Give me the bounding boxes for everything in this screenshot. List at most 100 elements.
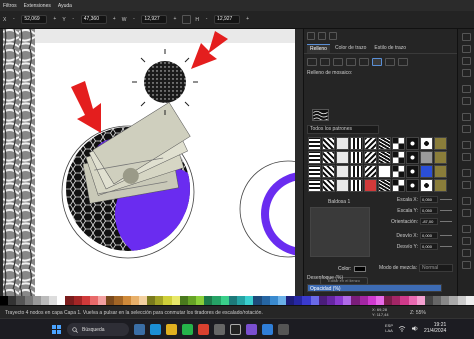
palette-swatch[interactable]	[416, 296, 425, 305]
h-field[interactable]: 12,927	[214, 15, 241, 24]
palette-swatch[interactable]	[465, 296, 474, 305]
drawing-canvas[interactable]	[3, 29, 303, 296]
pattern-swatch[interactable]	[336, 137, 349, 150]
palette-swatch[interactable]	[212, 296, 221, 305]
tab-fill[interactable]: Relleno	[307, 44, 330, 53]
palette-swatch[interactable]	[375, 296, 385, 305]
app-icon-3[interactable]	[262, 324, 273, 335]
palette-swatch[interactable]	[40, 296, 50, 305]
pattern-swatch[interactable]	[392, 151, 405, 164]
palette-swatch[interactable]	[73, 296, 82, 305]
w-increment-button[interactable]: +	[171, 15, 178, 24]
dock-icon-3[interactable]	[329, 32, 337, 40]
language-indicator[interactable]: ESP LAA	[385, 323, 393, 333]
fill-stroke-icon[interactable]	[462, 225, 471, 233]
w-field[interactable]: 12,927	[141, 15, 168, 24]
y-increment-button[interactable]: +	[111, 15, 118, 24]
param-slider[interactable]	[440, 235, 452, 236]
pattern-swatch[interactable]	[308, 179, 321, 192]
palette-swatch[interactable]	[326, 296, 336, 305]
pattern-swatch[interactable]	[364, 151, 377, 164]
palette-swatch[interactable]	[122, 296, 131, 305]
tab-stroke-paint[interactable]: Color de trazo	[332, 44, 369, 53]
taskbar-search[interactable]: Búsqueda	[67, 323, 129, 336]
y-decrement-button[interactable]: -	[70, 15, 77, 24]
swatch-button[interactable]	[385, 58, 395, 66]
palette-swatch[interactable]	[318, 296, 327, 305]
palette-swatch[interactable]	[269, 296, 278, 305]
linear-gradient-button[interactable]	[333, 58, 343, 66]
windows-start-icon[interactable]	[52, 325, 61, 334]
xml-editor-icon[interactable]	[462, 249, 471, 257]
pattern-swatch[interactable]	[378, 165, 391, 178]
pattern-swatch[interactable]	[308, 165, 321, 178]
inkscape-icon[interactable]	[230, 324, 241, 335]
palette-swatch[interactable]	[81, 296, 90, 305]
duplicate-icon[interactable]	[462, 181, 471, 189]
palette-swatch[interactable]	[253, 296, 262, 305]
pattern-swatch[interactable]	[378, 151, 391, 164]
whatsapp-icon[interactable]	[182, 324, 193, 335]
pattern-swatch[interactable]	[336, 151, 349, 164]
palette-swatch[interactable]	[236, 296, 246, 305]
param-field[interactable]: 0,050	[420, 196, 438, 203]
x-decrement-button[interactable]: -	[10, 15, 17, 24]
pattern-swatch[interactable]	[392, 179, 405, 192]
palette-swatch[interactable]	[245, 296, 254, 305]
pattern-swatch[interactable]	[350, 179, 363, 192]
pattern-swatch[interactable]	[420, 151, 433, 164]
palette-swatch[interactable]	[155, 296, 164, 305]
pattern-swatch[interactable]	[322, 137, 335, 150]
menu-extensions[interactable]: Extensiones	[24, 3, 51, 9]
pattern-swatch[interactable]	[350, 165, 363, 178]
opacity-slider[interactable]: Opacidad (%)	[307, 284, 442, 292]
pattern-swatch[interactable]	[434, 165, 447, 178]
pattern-swatch[interactable]	[322, 179, 335, 192]
chrome-icon[interactable]	[198, 324, 209, 335]
w-decrement-button[interactable]: -	[130, 15, 137, 24]
h-increment-button[interactable]: +	[244, 15, 251, 24]
app-icon-2[interactable]	[246, 324, 257, 335]
param-slider[interactable]	[440, 210, 452, 211]
open-file-icon[interactable]	[462, 45, 471, 53]
palette-swatch[interactable]	[171, 296, 180, 305]
new-document-icon[interactable]	[462, 33, 471, 41]
pattern-swatch[interactable]	[420, 165, 433, 178]
print-icon[interactable]	[462, 69, 471, 77]
pattern-swatch[interactable]	[336, 165, 349, 178]
pattern-swatch[interactable]	[322, 165, 335, 178]
pattern-swatch[interactable]	[336, 179, 349, 192]
pattern-swatch[interactable]	[308, 137, 321, 150]
pattern-swatch[interactable]	[406, 179, 419, 192]
app-icon-4[interactable]	[278, 324, 289, 335]
x-increment-button[interactable]: +	[51, 15, 58, 24]
wifi-icon[interactable]	[398, 325, 406, 332]
zoom-level[interactable]: Z: 55%	[410, 310, 426, 316]
palette-swatch[interactable]	[57, 296, 66, 305]
palette-swatch[interactable]	[187, 296, 197, 305]
palette-swatch[interactable]	[204, 296, 213, 305]
palette-swatch[interactable]	[457, 296, 466, 305]
param-field[interactable]: 0,050	[420, 207, 438, 214]
palette-swatch[interactable]	[24, 296, 33, 305]
blend-mode-select[interactable]: Normal	[419, 264, 453, 272]
redo-icon[interactable]	[462, 125, 471, 133]
param-field[interactable]: -87,00	[420, 218, 438, 225]
import-icon[interactable]	[462, 85, 471, 93]
paste-icon[interactable]	[462, 153, 471, 161]
palette-swatch[interactable]	[8, 296, 17, 305]
x-field[interactable]: 52,069	[21, 15, 48, 24]
zoom-icon[interactable]	[462, 169, 471, 177]
volume-icon[interactable]	[411, 325, 419, 332]
pattern-swatch[interactable]	[308, 151, 321, 164]
palette-swatch[interactable]	[147, 296, 156, 305]
palette-swatch[interactable]	[138, 296, 148, 305]
palette-swatch[interactable]	[449, 296, 458, 305]
pattern-swatch[interactable]	[406, 165, 419, 178]
palette-swatch[interactable]	[441, 296, 450, 305]
edge-icon[interactable]	[150, 324, 161, 335]
pattern-swatch[interactable]	[392, 137, 405, 150]
palette-swatch[interactable]	[310, 296, 319, 305]
param-field[interactable]: 0,000	[420, 232, 438, 239]
preferences-icon[interactable]	[462, 261, 471, 269]
